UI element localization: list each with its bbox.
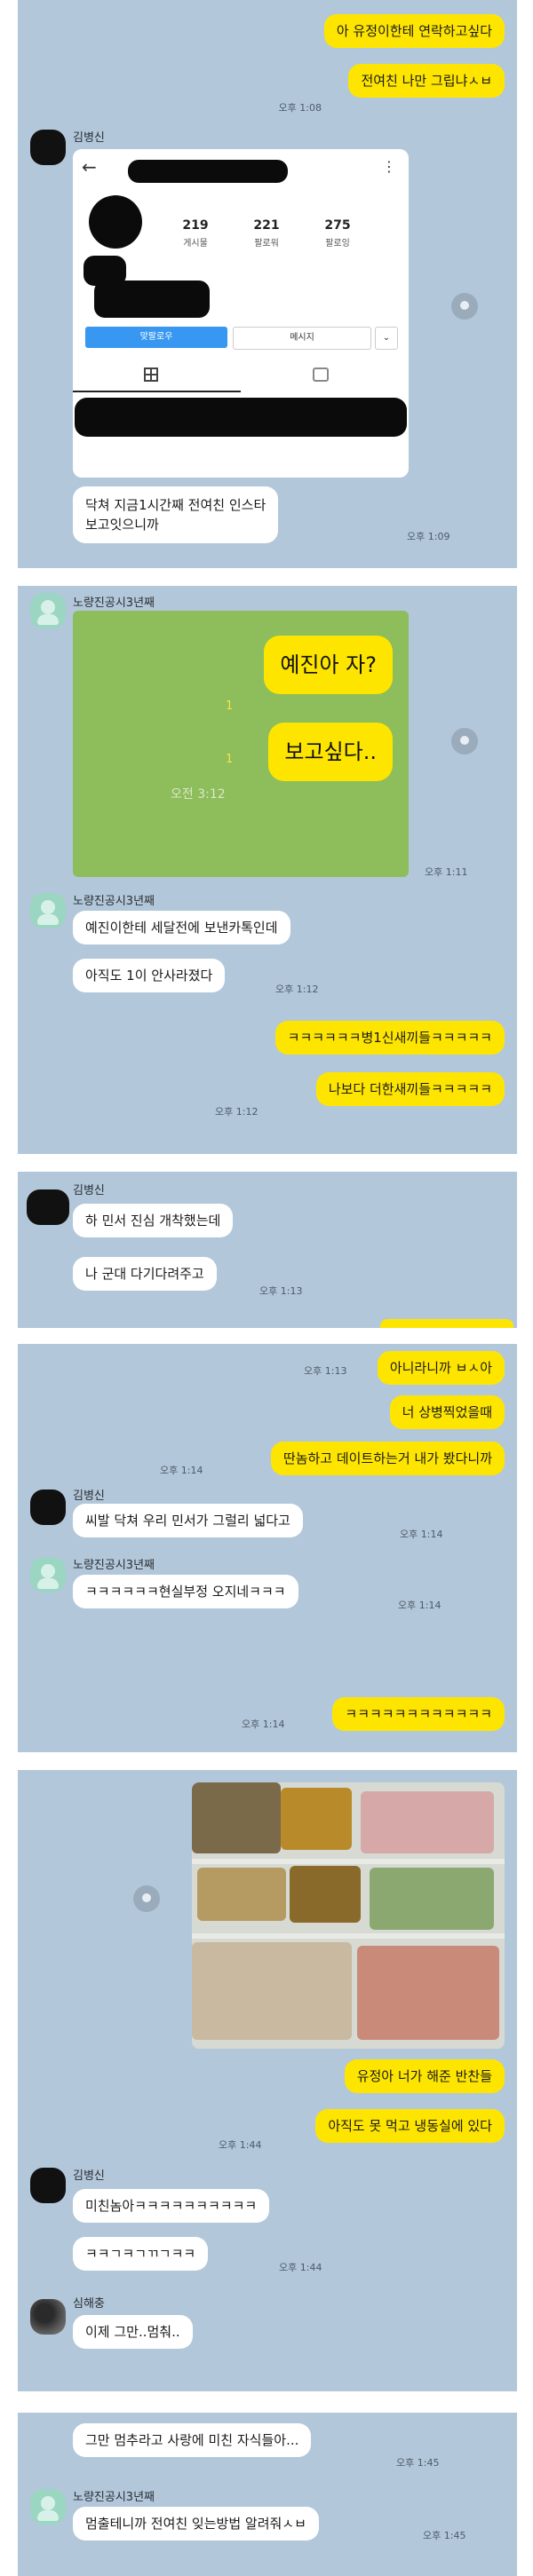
timestamp: 오후 1:08 xyxy=(278,102,322,114)
timestamp: 오후 1:45 xyxy=(396,2457,440,2469)
posts-count: 219 게시물 xyxy=(182,218,209,249)
timestamp: 오후 1:13 xyxy=(259,1285,303,1297)
following-count: 275 팔로잉 xyxy=(324,218,351,249)
screenshot-message-bubble: 예진아 자? xyxy=(264,636,393,694)
timestamp: 오후 1:44 xyxy=(279,2262,322,2273)
chat-panel-3: 김병신 하 민서 진심 개착했는데 나 군대 다기다려주고 오후 1:13 xyxy=(18,1172,517,1328)
timestamp: 오후 1:13 xyxy=(304,1365,347,1377)
their-message-bubble[interactable]: ㅋㅋㄱㅋㄱㄲㄱㅋㅋ xyxy=(73,2237,209,2271)
my-message-bubble[interactable]: 나보다 더한새끼들ㅋㅋㅋㅋㅋ xyxy=(315,1072,505,1106)
sender-name: 김병신 xyxy=(73,2169,105,2183)
their-message-bubble[interactable]: ㅋㅋㅋㅋㅋㅋ현실부정 오지네ㅋㅋㅋ xyxy=(73,1575,298,1608)
tab-underline xyxy=(73,391,241,392)
my-message-bubble[interactable]: 너 상병찍었을때 xyxy=(389,1395,505,1429)
photo-region xyxy=(192,1933,505,1939)
my-message-bubble[interactable]: 딴놈하고 데이트하는거 내가 봤다니까 xyxy=(270,1442,505,1475)
photo-region xyxy=(290,1866,361,1923)
timestamp: 오후 1:11 xyxy=(425,866,468,878)
more-options-icon: ⋮ xyxy=(382,158,396,175)
sender-name: 심해충 xyxy=(73,2297,105,2311)
sender-name: 노량진공시3년째 xyxy=(73,597,155,610)
back-arrow-icon: ← xyxy=(82,156,97,178)
their-message-bubble[interactable]: 씨발 닥쳐 우리 민서가 그럴리 넓다고 xyxy=(73,1504,303,1537)
avatar[interactable] xyxy=(30,2489,66,2525)
fridge-photo[interactable] xyxy=(192,1782,505,2049)
followers-count: 221 팔로워 xyxy=(253,218,280,249)
my-message-bubble[interactable]: 아 유정이한테 연락하고싶다 xyxy=(323,14,505,48)
chat-panel-5: 유정아 너가 해준 반찬들 아직도 못 먹고 냉동실에 있다 오후 1:44 김… xyxy=(18,1770,517,2391)
their-message-bubble[interactable]: 아직도 1이 안사라졌다 xyxy=(73,959,226,992)
avatar[interactable] xyxy=(27,1189,69,1225)
photo-region xyxy=(192,1859,505,1864)
share-icon[interactable] xyxy=(133,1885,160,1912)
chat-panel-6: 그만 멈추라고 사랑에 미친 자식들아... 오후 1:45 노량진공시3년째 … xyxy=(18,2413,517,2576)
avatar[interactable] xyxy=(30,593,66,628)
chat-panel-2: 노량진공시3년째 예진아 자? 1 보고싶다.. 1 오전 3:12 오후 1:… xyxy=(18,586,517,1154)
their-message-bubble[interactable]: 나 군대 다기다려주고 xyxy=(73,1257,217,1291)
timestamp: 오후 1:14 xyxy=(398,1600,442,1611)
my-message-bubble[interactable]: 아직도 못 먹고 냉동실에 있다 xyxy=(315,2109,505,2143)
their-message-bubble[interactable]: 닥쳐 지금1시간째 전여친 인스타 보고잇으니까 xyxy=(73,486,279,543)
share-icon[interactable] xyxy=(451,728,478,755)
kakao-screenshot-card[interactable]: 예진아 자? 1 보고싶다.. 1 오전 3:12 xyxy=(73,611,409,877)
chevron-down-icon[interactable]: ⌄ xyxy=(375,327,398,350)
my-message-bubble[interactable]: 유정아 너가 해준 반찬들 xyxy=(344,2059,505,2093)
redaction-block xyxy=(94,281,210,318)
sender-name: 김병신 xyxy=(73,1489,105,1503)
photo-region xyxy=(361,1791,494,1853)
timestamp: 오후 1:14 xyxy=(400,1529,443,1540)
avatar[interactable] xyxy=(30,2299,66,2335)
sender-name: 노량진공시3년째 xyxy=(73,1559,155,1572)
sender-name: 김병신 xyxy=(73,131,105,145)
their-message-bubble[interactable]: 예진이한테 세달전에 보낸카톡인데 xyxy=(73,911,290,944)
timestamp: 오후 1:14 xyxy=(242,1719,285,1730)
timestamp: 오후 1:45 xyxy=(423,2530,466,2541)
their-message-bubble[interactable]: 하 민서 진심 개착했는데 xyxy=(73,1204,234,1237)
their-message-bubble[interactable]: 멈출테니까 전여친 잊는방법 알려줘ㅅㅂ xyxy=(73,2507,319,2540)
photo-region xyxy=(281,1788,352,1850)
unread-count: 1 xyxy=(226,753,234,766)
photo-region xyxy=(357,1946,499,2040)
their-message-bubble[interactable]: 미친놈아ㅋㅋㅋㅋㅋㅋㅋㅋㅋㅋ xyxy=(73,2189,270,2223)
timestamp: 오후 1:12 xyxy=(215,1106,259,1118)
sender-name: 김병신 xyxy=(73,1184,105,1197)
redaction-block xyxy=(75,398,407,437)
timestamp: 오후 1:44 xyxy=(219,2139,262,2151)
their-message-bubble[interactable]: 그만 멈추라고 사랑에 미친 자식들아... xyxy=(73,2423,312,2457)
chat-panel-4: 오후 1:13 아니라니까 ㅂㅅ아 너 상병찍었을때 딴놈하고 데이트하는거 내… xyxy=(18,1344,517,1752)
redaction-block xyxy=(128,160,288,183)
tagged-icon[interactable] xyxy=(313,367,329,382)
photo-region xyxy=(197,1868,286,1921)
photo-region xyxy=(370,1868,494,1930)
avatar[interactable] xyxy=(30,2168,66,2203)
my-message-bubble[interactable]: 전여친 나만 그립냐ㅅㅂ xyxy=(348,64,505,98)
timestamp: 오후 1:14 xyxy=(160,1465,203,1476)
screenshot-message-bubble: 보고싶다.. xyxy=(268,723,393,781)
sender-name: 노량진공시3년째 xyxy=(73,2491,155,2504)
partial-bubble xyxy=(380,1319,513,1328)
sender-name: 노량진공시3년째 xyxy=(73,895,155,908)
my-message-bubble[interactable]: 아니라니까 ㅂㅅ아 xyxy=(377,1351,505,1385)
redaction-block xyxy=(89,195,142,249)
avatar[interactable] xyxy=(30,130,66,165)
their-message-bubble[interactable]: 이제 그만..멈춰.. xyxy=(73,2315,193,2349)
grid-icon[interactable] xyxy=(144,367,158,382)
screenshot-timestamp: 오전 3:12 xyxy=(171,787,226,802)
avatar[interactable] xyxy=(30,893,66,928)
follow-back-button[interactable]: 맞팔로우 xyxy=(85,327,227,348)
timestamp: 오후 1:12 xyxy=(275,984,319,995)
chat-panel-1: 아 유정이한테 연락하고싶다 전여친 나만 그립냐ㅅㅂ 오후 1:08 김병신 … xyxy=(18,0,517,568)
message-button[interactable]: 메시지 xyxy=(233,327,371,350)
instagram-screenshot[interactable]: ← ⋮ 219 게시물 221 팔로워 275 팔로잉 맞팔로우 메시지 ⌄ xyxy=(73,149,409,478)
avatar[interactable] xyxy=(30,1489,66,1525)
photo-region xyxy=(192,1942,352,2040)
photo-region xyxy=(192,1782,281,1853)
timestamp: 오후 1:09 xyxy=(407,531,450,542)
unread-count: 1 xyxy=(226,699,234,713)
share-icon[interactable] xyxy=(451,293,478,320)
my-message-bubble[interactable]: ㅋㅋㅋㅋㅋㅋ병1신새끼들ㅋㅋㅋㅋㅋ xyxy=(274,1021,505,1055)
my-message-bubble[interactable]: ㅋㅋㅋㅋㅋㅋㅋㅋㅋㅋㅋㅋ xyxy=(332,1697,505,1731)
avatar[interactable] xyxy=(30,1557,66,1592)
